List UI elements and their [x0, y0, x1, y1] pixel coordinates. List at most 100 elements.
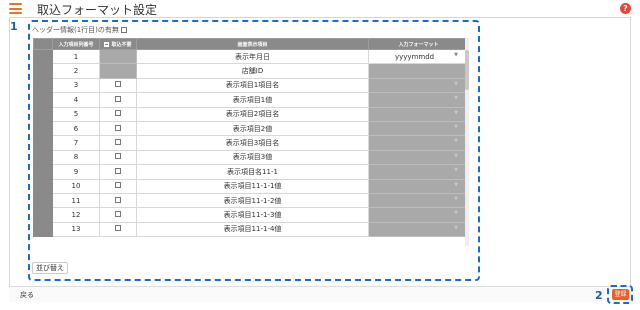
chevron-down-icon: ▼: [454, 52, 458, 58]
skip-all-checkbox-icon[interactable]: [104, 41, 110, 47]
column-header-number: 入力項目列番号: [52, 38, 100, 50]
format-select-disabled: ▼: [368, 207, 469, 223]
skip-cell[interactable]: [99, 92, 137, 108]
skip-checkbox[interactable]: [115, 139, 121, 146]
row-handle[interactable]: [33, 63, 53, 79]
format-select-disabled: ▼: [368, 178, 469, 194]
skip-checkbox[interactable]: [115, 153, 121, 160]
skip-checkbox[interactable]: [115, 167, 121, 174]
skip-cell[interactable]: [99, 192, 137, 209]
row-handle[interactable]: [33, 48, 53, 65]
skip-checkbox[interactable]: [115, 210, 121, 217]
skip-checkbox[interactable]: [115, 124, 121, 131]
row-handle[interactable]: [33, 221, 53, 238]
display-item: 表示項目11-1-2値: [136, 192, 369, 209]
chevron-down-icon: ▼: [454, 195, 458, 202]
header-info-checkbox[interactable]: [120, 27, 127, 33]
skip-cell[interactable]: [99, 135, 137, 151]
row-number: 9: [52, 164, 100, 180]
table-row: 1 表示年月日 yyyymmdd ▼: [33, 48, 469, 65]
row-number: 12: [52, 207, 100, 223]
row-number: 3: [52, 77, 100, 94]
row-handle[interactable]: [33, 192, 53, 209]
format-select-disabled: ▼: [368, 106, 469, 122]
skip-cell[interactable]: [99, 106, 137, 122]
sort-button[interactable]: 並び替え: [32, 262, 68, 274]
display-item: 表示項目11-1-3値: [136, 207, 369, 223]
display-item: 表示項目1項目名: [136, 77, 369, 94]
skip-cell[interactable]: [99, 207, 137, 223]
chevron-down-icon: ▼: [454, 80, 458, 87]
format-select-disabled: ▼: [368, 221, 469, 238]
table-row: 13 表示項目11-1-4値 ▼: [33, 221, 469, 238]
top-bar: 取込フォーマット設定 ?: [0, 0, 640, 18]
hamburger-menu-icon[interactable]: [9, 3, 22, 14]
row-number: 10: [52, 178, 100, 194]
row-handle[interactable]: [33, 149, 53, 166]
row-handle[interactable]: [33, 106, 53, 122]
display-item: 店舗ID: [136, 63, 369, 79]
format-select[interactable]: yyyymmdd ▼: [368, 48, 469, 65]
chevron-down-icon: ▼: [454, 224, 458, 231]
register-button[interactable]: 登録: [612, 289, 629, 300]
skip-checkbox[interactable]: [115, 81, 121, 88]
format-select-disabled: ▼: [368, 120, 469, 137]
table-row: 3 表示項目1項目名 ▼: [33, 77, 469, 94]
chevron-down-icon: ▼: [454, 123, 458, 130]
row-handle[interactable]: [33, 164, 53, 180]
format-select-disabled: ▼: [368, 135, 469, 151]
annotation-number-2: 2: [595, 289, 603, 302]
table-row: 12 表示項目11-1-3値 ▼: [33, 207, 469, 223]
row-handle[interactable]: [33, 178, 53, 194]
skip-cell[interactable]: [99, 178, 137, 194]
row-number: 8: [52, 149, 100, 166]
row-handle[interactable]: [33, 207, 53, 223]
header-info-label: ヘッダー情報(1行目)の有無: [32, 26, 119, 34]
display-item: 表示項目2値: [136, 120, 369, 137]
display-item: 表示項目2項目名: [136, 106, 369, 122]
table-scrollbar-thumb[interactable]: [465, 50, 469, 90]
display-item: 表示項目3項目名: [136, 135, 369, 151]
header-info-option[interactable]: ヘッダー情報(1行目)の有無: [32, 25, 127, 35]
help-icon[interactable]: ?: [620, 3, 631, 14]
skip-cell[interactable]: [99, 149, 137, 166]
skip-cell[interactable]: [99, 164, 137, 180]
display-item: 表示項目名11-1: [136, 164, 369, 180]
chevron-down-icon: ▼: [454, 109, 458, 116]
table-row: 7 表示項目3項目名 ▼: [33, 135, 469, 151]
skip-cell-disabled: [99, 48, 137, 65]
table-row: 2 店舗ID: [33, 63, 469, 79]
table-row: 5 表示項目2項目名 ▼: [33, 106, 469, 122]
skip-checkbox[interactable]: [115, 182, 121, 189]
table-row: 4 表示項目1値 ▼: [33, 92, 469, 108]
format-table: 入力項目列番号 取込不要 画面表示項目 入力フォーマット 1 表示年月日 yyy…: [33, 38, 469, 238]
skip-cell[interactable]: [99, 221, 137, 238]
chevron-down-icon: ▼: [454, 181, 458, 188]
row-handle[interactable]: [33, 120, 53, 137]
row-number: 6: [52, 120, 100, 137]
chevron-down-icon: ▼: [454, 210, 458, 217]
skip-checkbox[interactable]: [115, 95, 121, 102]
row-handle[interactable]: [33, 135, 53, 151]
format-select-disabled: ▼: [368, 192, 469, 209]
table-row: 10 表示項目11-1-1値 ▼: [33, 178, 469, 194]
format-select-disabled: ▼: [368, 77, 469, 94]
column-header-skip[interactable]: 取込不要: [99, 38, 137, 50]
column-header-skip-label: 取込不要: [111, 41, 132, 48]
skip-checkbox[interactable]: [115, 196, 121, 203]
row-handle-header: [33, 38, 53, 50]
bottom-bar: [9, 286, 631, 302]
row-number: 7: [52, 135, 100, 151]
display-item: 表示項目11-1-4値: [136, 221, 369, 238]
annotation-number-1: 1: [10, 20, 18, 33]
skip-checkbox[interactable]: [115, 110, 121, 117]
skip-checkbox[interactable]: [115, 225, 121, 232]
row-handle[interactable]: [33, 77, 53, 94]
skip-cell[interactable]: [99, 77, 137, 94]
format-select-disabled: ▼: [368, 149, 469, 166]
chevron-down-icon: ▼: [454, 138, 458, 145]
column-header-input-format: 入力フォーマット: [368, 38, 469, 50]
skip-cell[interactable]: [99, 120, 137, 137]
row-handle[interactable]: [33, 92, 53, 108]
back-button[interactable]: 戻る: [20, 290, 34, 300]
